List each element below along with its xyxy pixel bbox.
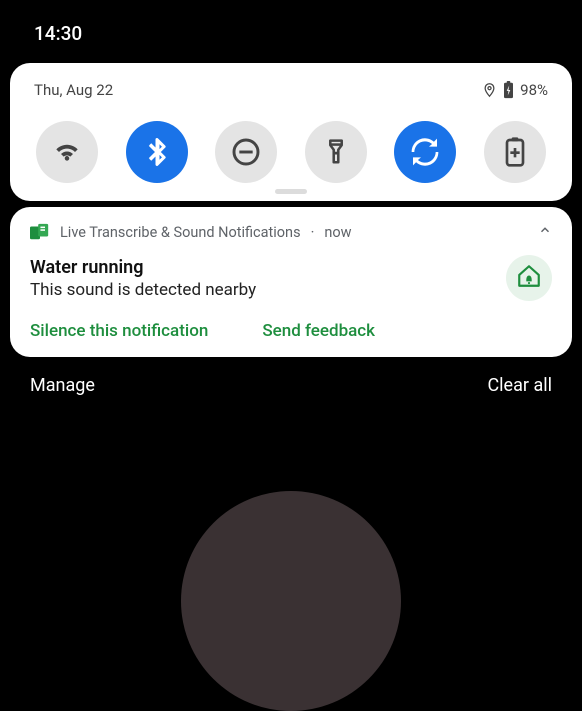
qs-tile-battery-saver[interactable] <box>484 121 546 183</box>
qs-tile-flashlight[interactable] <box>305 121 367 183</box>
notification-separator: · <box>311 224 315 241</box>
location-icon <box>482 81 497 99</box>
qs-tile-bluetooth[interactable] <box>126 121 188 183</box>
do-not-disturb-icon <box>230 136 262 168</box>
notification-large-icon <box>506 255 552 301</box>
action-feedback[interactable]: Send feedback <box>262 321 375 341</box>
notification-header: Live Transcribe & Sound Notifications · … <box>30 223 552 241</box>
battery-icon <box>503 81 514 99</box>
notification-card[interactable]: Live Transcribe & Sound Notifications · … <box>10 207 572 357</box>
notification-message: This sound is detected nearby <box>30 280 506 300</box>
autorotate-icon <box>409 136 441 168</box>
battery-saver-icon <box>503 136 527 168</box>
wifi-icon <box>51 136 83 168</box>
panel-drag-handle[interactable] <box>275 189 307 194</box>
chevron-up-icon[interactable] <box>538 223 552 241</box>
home-bell-icon <box>516 263 542 293</box>
qs-date: Thu, Aug 22 <box>34 81 113 99</box>
qs-tile-wifi[interactable] <box>36 121 98 183</box>
notification-app-name: Live Transcribe & Sound Notifications <box>60 224 301 241</box>
background-clock-hint <box>181 491 401 711</box>
notification-title: Water running <box>30 257 506 278</box>
flashlight-icon <box>322 136 350 168</box>
notification-time: now <box>324 224 351 241</box>
clear-all-button[interactable]: Clear all <box>487 375 552 396</box>
status-bar-time: 14:30 <box>0 0 582 45</box>
qs-tile-autorotate[interactable] <box>394 121 456 183</box>
action-silence[interactable]: Silence this notification <box>30 321 208 341</box>
battery-percent: 98% <box>520 81 548 99</box>
app-icon <box>30 223 50 241</box>
qs-tile-dnd[interactable] <box>215 121 277 183</box>
quick-settings-panel: Thu, Aug 22 98% <box>10 63 572 201</box>
bluetooth-icon <box>142 137 172 167</box>
manage-button[interactable]: Manage <box>30 375 95 396</box>
qs-tiles-row <box>34 121 548 183</box>
status-icons: 98% <box>482 81 548 99</box>
